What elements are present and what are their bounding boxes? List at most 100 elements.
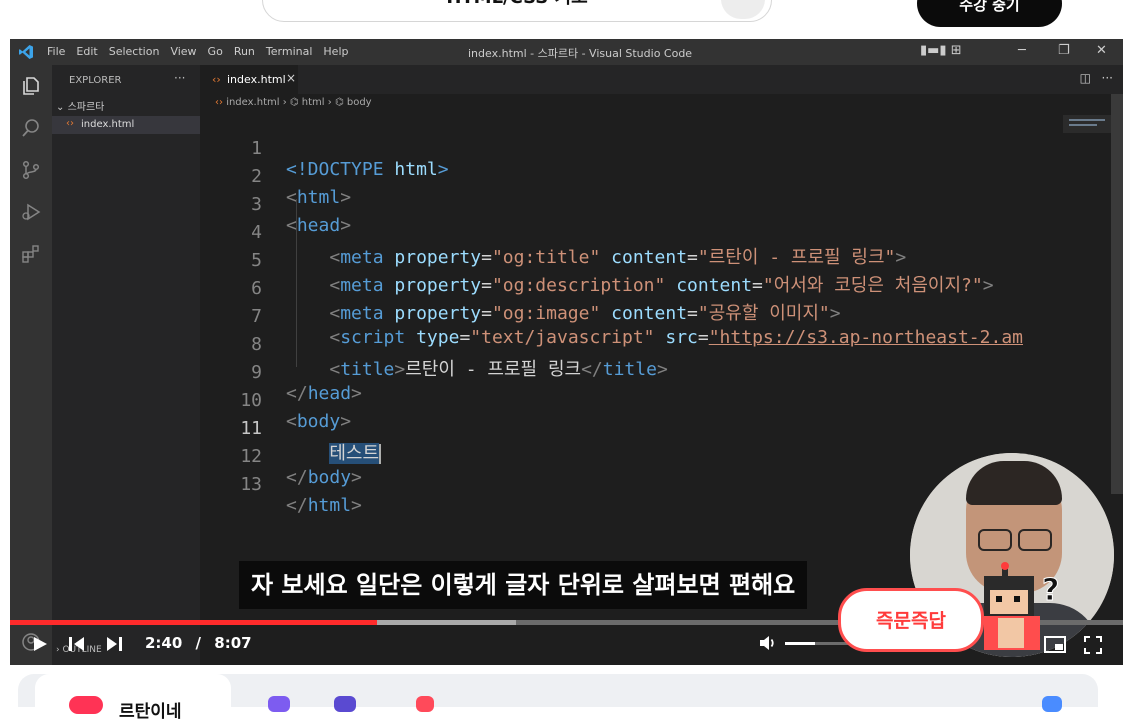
code-line: 8 <title>르탄이 - 프로필 링크</title>: [200, 313, 668, 380]
svg-text:?: ?: [1042, 573, 1059, 608]
breadcrumb-file[interactable]: index.html: [226, 97, 279, 108]
settings-icon[interactable]: [1042, 696, 1062, 712]
chevron-right-icon: › ⌬: [282, 97, 302, 108]
code-line: 9 </head>: [200, 341, 362, 404]
code-line: 2 <html>: [200, 145, 351, 208]
glasses-icon: [1018, 529, 1052, 551]
minimap[interactable]: [1063, 115, 1113, 133]
code-line-current: 11 테스트: [200, 397, 382, 464]
code-line: 1 <!DOCTYPE html>: [200, 117, 448, 180]
time-separator: /: [195, 634, 202, 652]
file-item-index[interactable]: ‹› index.html: [52, 116, 200, 134]
code-line: 7 <script type="text/javascript" src="ht…: [200, 285, 1023, 348]
mascot-icon: ?: [984, 562, 1060, 650]
file-name: index.html: [81, 119, 135, 130]
vertical-scrollbar[interactable]: [1111, 94, 1123, 494]
rtan-logo-icon: [69, 696, 103, 714]
code-line: 13 </html>: [200, 453, 362, 516]
more-actions-icon[interactable]: ···: [174, 71, 185, 85]
source-control-icon[interactable]: [20, 159, 42, 181]
search-icon[interactable]: [20, 117, 42, 139]
play-icon[interactable]: [32, 636, 48, 652]
menu-edit[interactable]: Edit: [76, 45, 97, 58]
code-token: "공유할 이미지": [697, 303, 830, 324]
code-token: "어서와 코딩은 처음이지?": [762, 275, 983, 296]
explorer-icon[interactable]: [20, 75, 42, 97]
close-icon[interactable]: ✕: [1096, 43, 1107, 58]
editor-tabs: ‹› index.html × ◫ ···: [200, 65, 1123, 94]
text-cursor: [379, 444, 382, 464]
menu-run[interactable]: Run: [234, 45, 255, 58]
breadcrumb-html[interactable]: html: [302, 97, 325, 108]
code-line: 10 <body>: [200, 369, 351, 432]
code-token: "og:description": [491, 275, 666, 296]
menu-view[interactable]: View: [170, 45, 196, 58]
code-token: 르탄이 - 프로필 링크: [405, 359, 582, 380]
previous-icon[interactable]: [68, 636, 86, 652]
code-token: "og:title": [491, 247, 601, 268]
code-token: "르탄이 - 프로필 링크": [697, 247, 896, 268]
more-actions-icon[interactable]: ···: [1102, 71, 1113, 85]
code-token: <!DOCTYPE: [286, 159, 384, 180]
line-number: 13: [240, 474, 262, 495]
split-editor-icon[interactable]: ◫: [1080, 71, 1091, 85]
run-debug-icon[interactable]: [20, 201, 42, 223]
tab-label: index.html: [227, 73, 286, 86]
bottom-navigation: 르탄이네: [18, 674, 1098, 722]
fullscreen-icon[interactable]: [1084, 636, 1102, 654]
time-display: 2:40 / 8:07: [145, 634, 252, 652]
explorer-header: EXPLORER: [69, 75, 122, 86]
window-title: index.html - 스파르타 - Visual Studio Code: [468, 47, 693, 60]
extensions-icon[interactable]: [20, 243, 42, 265]
app-icon[interactable]: [334, 696, 356, 712]
tab-close-icon[interactable]: ×: [286, 71, 296, 85]
menu-file[interactable]: File: [47, 45, 65, 58]
folder-item[interactable]: ⌄ 스파르타: [56, 98, 104, 113]
minimize-icon[interactable]: ─: [1018, 43, 1026, 58]
nav-tab-active[interactable]: 르탄이네: [35, 674, 231, 722]
menu-go[interactable]: Go: [208, 45, 223, 58]
search-icon[interactable]: [721, 0, 765, 19]
next-icon[interactable]: [105, 636, 123, 652]
tab-index-html[interactable]: ‹› index.html ×: [200, 65, 298, 94]
selected-text[interactable]: 테스트: [329, 443, 380, 464]
app-icon[interactable]: [416, 696, 434, 712]
vscode-titlebar: File Edit Selection View Go Run Terminal…: [10, 39, 1123, 65]
html-file-icon: ‹›: [212, 73, 221, 86]
menu-selection[interactable]: Selection: [109, 45, 160, 58]
chevron-right-icon: › ⌬: [327, 97, 347, 108]
app-icon[interactable]: [268, 696, 290, 712]
quick-qa-button[interactable]: 즉문즉답: [838, 588, 984, 652]
code-token: "text/javascript": [470, 327, 655, 348]
current-time: 2:40: [145, 634, 183, 652]
search-query-text: HTML/CSS 기초: [263, 0, 771, 9]
activity-bar: [10, 65, 52, 665]
menu-terminal[interactable]: Terminal: [266, 45, 313, 58]
minimap-line: [1069, 119, 1105, 121]
code-line: 6 <meta property="og:image" content="공유할…: [200, 257, 840, 324]
html-file-icon: ‹›: [215, 97, 227, 108]
menu-bar: File Edit Selection View Go Run Terminal…: [47, 45, 359, 58]
nav-tab-label: 르탄이네: [119, 702, 182, 722]
top-action-button[interactable]: 수강 중기: [917, 0, 1062, 27]
menu-help[interactable]: Help: [323, 45, 348, 58]
layout-icon[interactable]: ▮▬▮ ⊞: [920, 43, 962, 58]
course-search-box[interactable]: HTML/CSS 기초: [262, 0, 772, 22]
volume-icon[interactable]: [758, 634, 778, 652]
quick-qa-label: 즉문즉답: [876, 610, 946, 632]
video-player[interactable]: File Edit Selection View Go Run Terminal…: [10, 39, 1123, 665]
video-caption: 자 보세요 일단은 이렇게 글자 단위로 살펴보면 편해요: [239, 561, 808, 609]
chevron-down-icon: ⌄: [56, 102, 68, 113]
top-action-label: 수강 중기: [959, 0, 1020, 14]
code-line: 12 </body>: [200, 425, 362, 488]
html-file-icon: ‹›: [66, 118, 74, 129]
explorer-sidebar: EXPLORER ··· ⌄ 스파르타 ‹› index.html › OUTL…: [52, 65, 200, 665]
breadcrumb: ‹› index.html › ⌬ html › ⌬ body: [215, 97, 372, 108]
minimap-line: [1069, 124, 1097, 126]
duration: 8:07: [214, 634, 252, 652]
code-line: 4 <meta property="og:title" content="르탄이…: [200, 201, 906, 268]
breadcrumb-body[interactable]: body: [347, 97, 372, 108]
restore-icon[interactable]: ❐: [1058, 43, 1070, 58]
code-line: 3 <head>: [200, 173, 351, 236]
volume-level: [785, 642, 815, 645]
